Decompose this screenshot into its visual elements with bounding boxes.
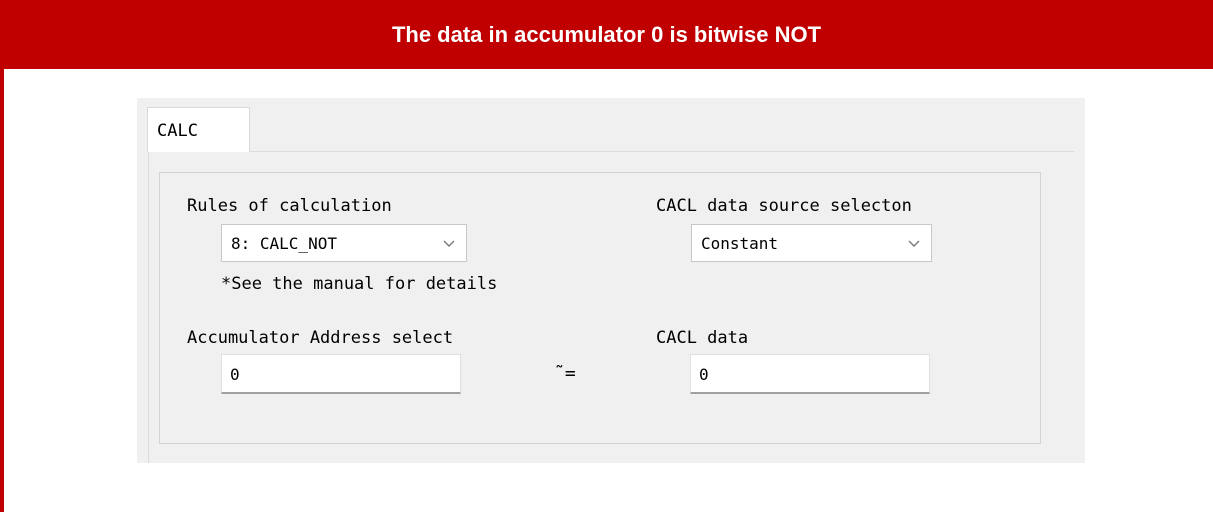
source-select-value: Constant bbox=[701, 234, 779, 253]
left-accent-rule bbox=[0, 69, 4, 512]
accumulator-label: Accumulator Address select bbox=[187, 328, 454, 348]
banner-title: The data in accumulator 0 is bitwise NOT bbox=[391, 21, 822, 47]
rules-select-value: 8: CALC_NOT bbox=[231, 234, 337, 253]
chevron-down-icon bbox=[907, 233, 921, 257]
rules-note: *See the manual for details bbox=[221, 274, 498, 294]
tab-calc-label: CALC bbox=[157, 121, 198, 141]
rules-select[interactable]: 8: CALC_NOT bbox=[221, 224, 467, 262]
bitwise-not-operator: ˜= bbox=[554, 363, 576, 384]
source-select[interactable]: Constant bbox=[691, 224, 932, 262]
accumulator-address-input[interactable]: 0 bbox=[221, 354, 461, 394]
cacl-data-input[interactable]: 0 bbox=[690, 354, 930, 394]
source-label: CACL data source selecton bbox=[656, 196, 912, 216]
cacl-data-value: 0 bbox=[699, 365, 709, 384]
rules-label: Rules of calculation bbox=[187, 196, 392, 216]
chevron-down-icon bbox=[442, 233, 456, 257]
tab-calc[interactable]: CALC bbox=[147, 107, 250, 152]
accumulator-address-value: 0 bbox=[230, 365, 240, 384]
page-banner: The data in accumulator 0 is bitwise NOT bbox=[0, 0, 1213, 69]
cacl-data-label: CACL data bbox=[656, 328, 749, 348]
